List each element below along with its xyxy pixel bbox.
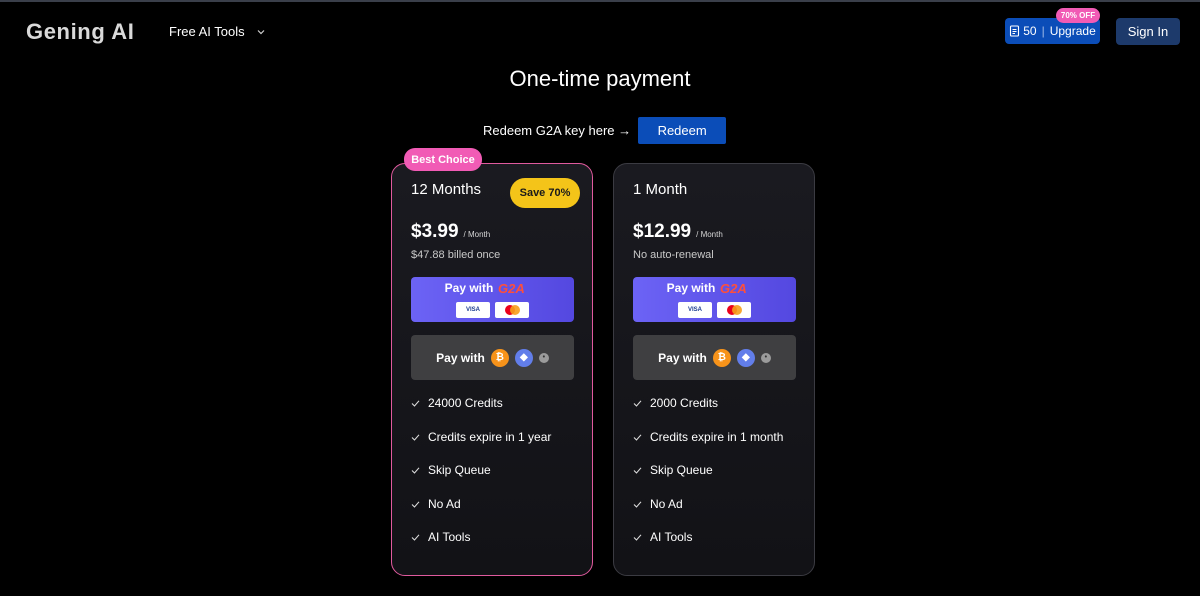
price-amount: $12.99 [633,221,692,242]
redeem-text: Redeem G2A key here → [483,123,632,138]
document-icon [1010,25,1020,37]
visa-icon: VISA [456,302,490,318]
redeem-row: Redeem G2A key here → Redeem [483,117,727,144]
check-icon [633,433,642,441]
credits-count: 50 [1023,24,1037,38]
visa-icon: VISA [678,302,712,318]
plan-name: 12 Months [411,181,482,198]
check-icon [411,500,420,508]
pay-with-crypto-button[interactable]: Pay with ₿ ◆ • [411,335,574,380]
pay-with-crypto-button[interactable]: Pay with ₿ ◆ • [633,335,796,380]
feature-item: 2000 Credits [633,394,783,428]
redeem-button[interactable]: Redeem [638,117,727,144]
page-title: One-time payment [509,66,691,91]
feature-item: Skip Queue [633,461,783,495]
bitcoin-icon: ₿ [712,348,731,367]
feature-item: Skip Queue [411,461,551,495]
feature-item: Credits expire in 1 month [633,428,783,462]
price: $12.99 / Month [633,221,723,243]
logo[interactable]: Gening AI [26,19,134,45]
bitcoin-icon: ₿ [490,348,509,367]
billing-note: $47.88 billed once [411,249,501,261]
sign-in-button[interactable]: Sign In [1116,18,1180,45]
plan-card-1-month: 1 Month $12.99 / Month No auto-renewal P… [613,163,815,576]
feature-list: 2000 Credits Credits expire in 1 month S… [633,394,783,562]
check-icon [411,467,420,474]
plan-name: 1 Month [633,181,688,198]
g2a-logo-text: G2A [498,281,525,295]
check-icon [633,400,642,407]
pay-with-g2a-button[interactable]: Pay with G2A VISA [411,277,574,322]
feature-item: No Ad [633,495,783,529]
billing-note: No auto-renewal [633,249,714,261]
best-choice-badge: Best Choice [404,148,482,171]
check-icon [411,433,420,441]
mastercard-icon [717,302,751,318]
check-icon [633,534,642,541]
coin-icon: • [760,352,771,363]
pay-with-label: Pay with [444,281,494,295]
g2a-logo-icon: G2A [720,281,747,295]
ethereum-icon: ◆ [514,348,533,367]
check-icon [633,500,642,508]
feature-item: AI Tools [411,528,551,562]
pay-with-label: Pay with [666,281,716,295]
feature-item: 24000 Credits [411,394,551,428]
feature-list: 24000 Credits Credits expire in 1 year S… [411,394,551,562]
check-icon [411,400,420,407]
price-amount: $3.99 [411,221,459,242]
discount-badge: 70% OFF [1056,8,1100,23]
pay-with-g2a-button[interactable]: Pay with G2A VISA [633,277,796,322]
plan-card-12-months: 12 Months Save 70% $3.99 / Month $47.88 … [391,163,593,576]
g2a-logo-text: G2A [720,281,747,295]
check-icon [633,467,642,474]
pay-with-label: Pay with [436,350,485,365]
coin-icon: • [538,352,549,363]
check-icon [411,534,420,541]
nav-free-ai-tools-label: Free AI Tools [169,24,245,39]
feature-item: Credits expire in 1 year [411,428,551,462]
chevron-down-icon [257,29,265,34]
ethereum-icon: ◆ [736,348,755,367]
mastercard-icon [495,302,529,318]
price: $3.99 / Month [411,221,490,243]
price-unit: / Month [463,230,491,239]
feature-item: No Ad [411,495,551,529]
g2a-logo-icon: G2A [498,281,525,295]
pay-with-label: Pay with [658,350,707,365]
nav-free-ai-tools[interactable]: Free AI Tools [169,24,267,39]
price-unit: / Month [696,230,723,239]
save-badge: Save 70% [510,178,580,208]
feature-item: AI Tools [633,528,783,562]
upgrade-label: Upgrade [1049,24,1096,38]
divider: | [1041,24,1045,38]
